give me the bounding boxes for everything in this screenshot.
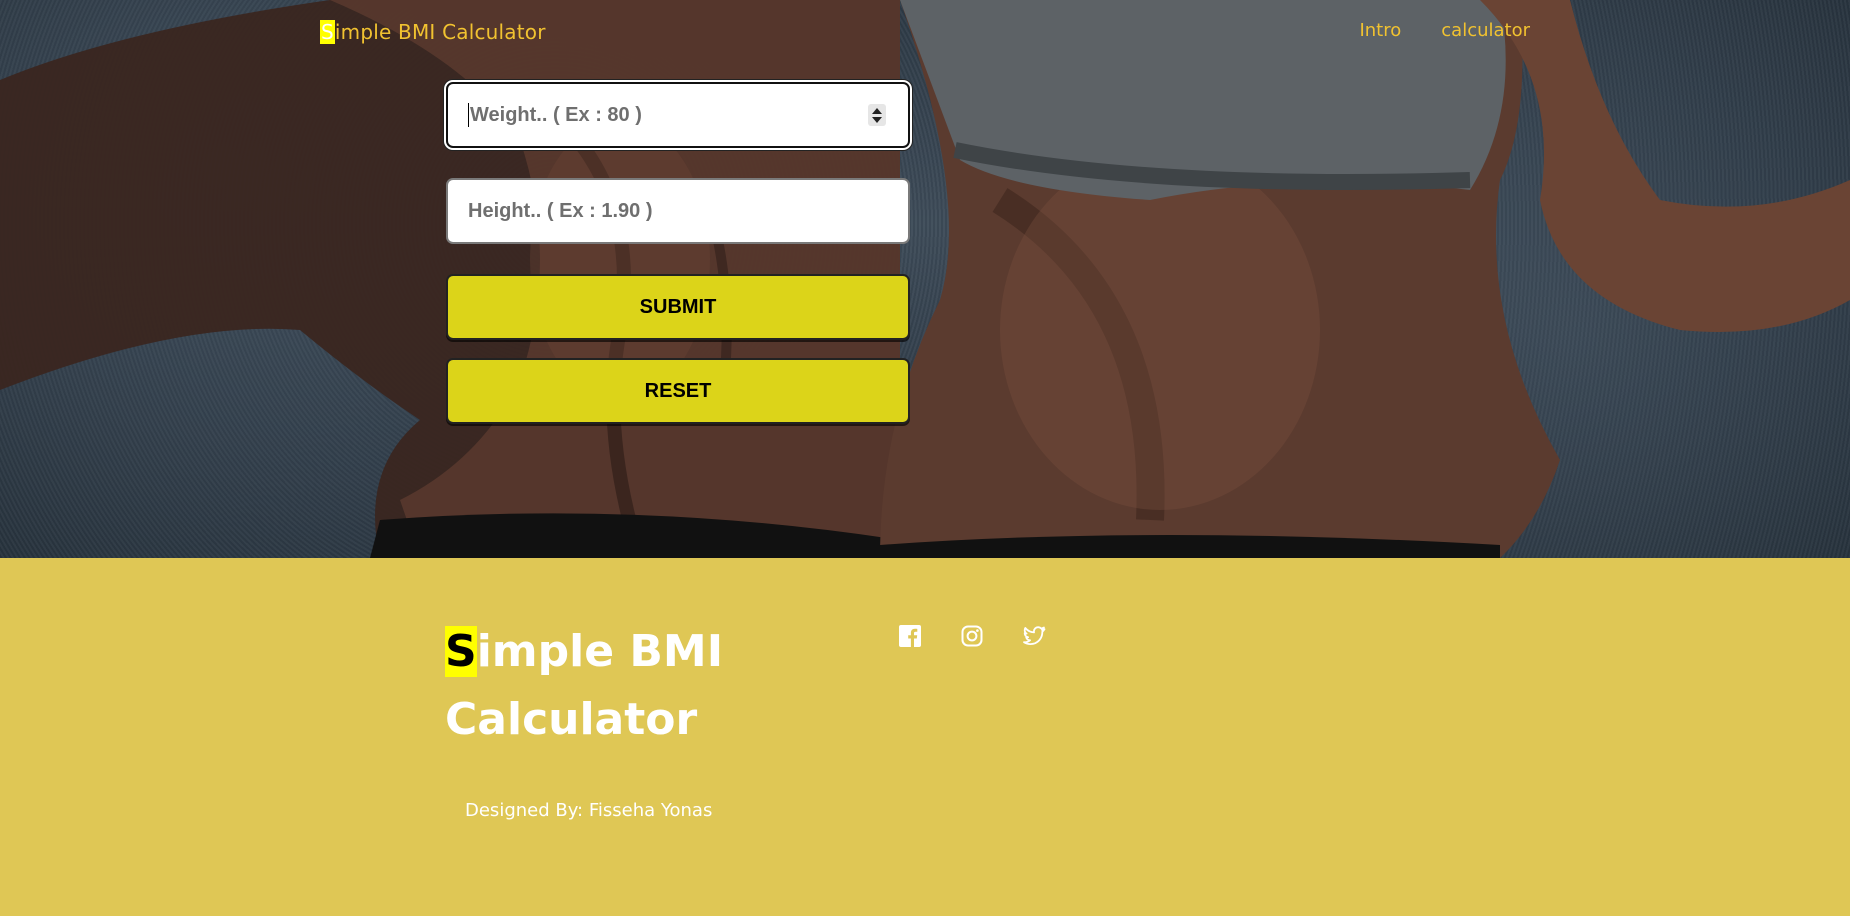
weight-input[interactable]: Weight.. ( Ex : 80 ) bbox=[446, 82, 910, 148]
designer-credit: Designed By: Fisseha Yonas bbox=[465, 800, 713, 821]
instagram-icon[interactable] bbox=[960, 624, 984, 648]
twitter-icon[interactable] bbox=[1022, 624, 1046, 648]
footer-title-line1: imple BMI bbox=[476, 626, 724, 677]
text-caret bbox=[468, 103, 469, 127]
footer-title: Simple BMI Calculator bbox=[445, 618, 765, 754]
height-input[interactable]: Height.. ( Ex : 1.90 ) bbox=[446, 178, 910, 244]
brand-highlight-letter: S bbox=[320, 20, 335, 44]
brand-text: imple BMI Calculator bbox=[334, 20, 546, 44]
submit-button[interactable]: SUBMIT bbox=[446, 274, 910, 340]
hero-section: Simple BMI Calculator Intro calculator W… bbox=[0, 0, 1850, 558]
reset-button[interactable]: RESET bbox=[446, 358, 910, 424]
spinner-down-icon[interactable] bbox=[872, 116, 882, 123]
spinner-up-icon[interactable] bbox=[872, 107, 882, 114]
footer-highlight-letter: S bbox=[445, 626, 477, 677]
height-placeholder: Height.. ( Ex : 1.90 ) bbox=[468, 199, 653, 222]
top-nav: Simple BMI Calculator Intro calculator bbox=[0, 0, 1850, 66]
social-links bbox=[898, 624, 1046, 648]
nav-links: Intro calculator bbox=[1359, 20, 1530, 41]
brand-logo[interactable]: Simple BMI Calculator bbox=[320, 20, 546, 44]
footer-title-line2: Calculator bbox=[445, 694, 698, 745]
nav-link-calculator[interactable]: calculator bbox=[1441, 20, 1530, 41]
nav-link-intro[interactable]: Intro bbox=[1359, 20, 1401, 41]
number-spinner[interactable] bbox=[868, 104, 886, 126]
hero-background-image bbox=[0, 0, 1850, 558]
facebook-icon[interactable] bbox=[898, 624, 922, 648]
weight-placeholder: Weight.. ( Ex : 80 ) bbox=[470, 103, 642, 126]
footer: Simple BMI Calculator Designed By: Fisse… bbox=[0, 558, 1850, 916]
bmi-form: Weight.. ( Ex : 80 ) Height.. ( Ex : 1.9… bbox=[446, 82, 910, 444]
